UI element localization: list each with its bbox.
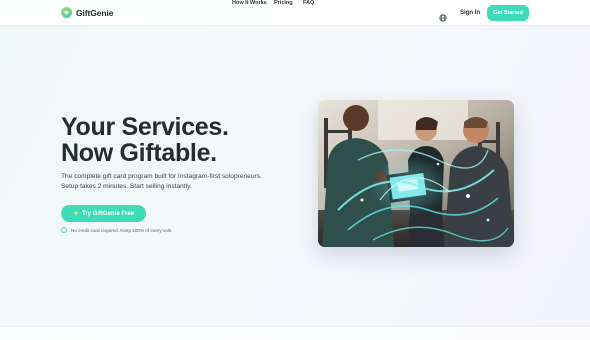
brand-name: GiftGenie xyxy=(76,7,114,18)
sparkle-icon xyxy=(73,209,79,218)
try-giftgenie-label: Try GiftGenie Free xyxy=(81,210,135,217)
hero-headline-line-1: Your Services. xyxy=(61,113,229,141)
giftgenie-logo-icon xyxy=(61,7,72,18)
hero-image xyxy=(318,100,514,247)
footer-band xyxy=(0,326,590,340)
hero-headline-line-2: Now Giftable. xyxy=(61,139,217,167)
nav-link-faq[interactable]: FAQ xyxy=(303,0,314,6)
top-nav: GiftGenie How It Works Pricing FAQ Sign … xyxy=(0,0,590,26)
globe-icon[interactable] xyxy=(439,9,447,22)
try-giftgenie-button[interactable]: Try GiftGenie Free xyxy=(61,205,146,222)
brand-logo[interactable]: GiftGenie xyxy=(61,7,113,18)
nav-link-how-it-works[interactable]: How It Works xyxy=(232,0,267,6)
hero-headline: Your Services. Now Giftable. xyxy=(61,114,229,166)
get-started-button[interactable]: Get Started xyxy=(487,5,529,21)
sign-in-link[interactable]: Sign In xyxy=(460,10,480,16)
check-circle-icon xyxy=(61,227,67,233)
nav-link-pricing[interactable]: Pricing xyxy=(274,0,293,6)
hero-subheadline: The complete gift card program built for… xyxy=(61,173,262,190)
no-credit-card-note: No credit card required. Keep 100% of ev… xyxy=(61,227,173,233)
note-text: No credit card required. Keep 100% of ev… xyxy=(71,227,173,233)
